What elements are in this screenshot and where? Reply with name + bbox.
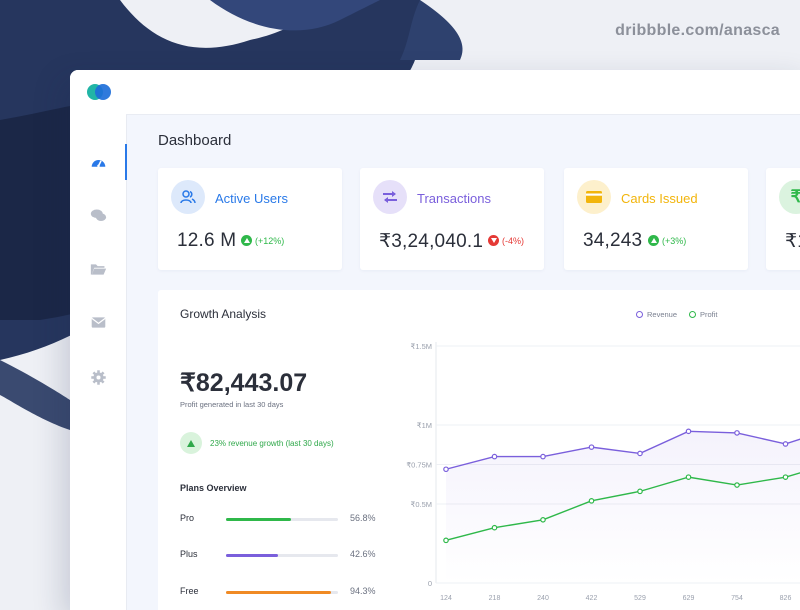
- up-arrow-icon: [241, 235, 252, 246]
- sidebar-item-mail[interactable]: [70, 304, 126, 340]
- sidebar-item-settings[interactable]: [70, 359, 126, 395]
- profit-point[interactable]: [443, 537, 449, 544]
- revenue-point[interactable]: [734, 430, 740, 436]
- x-tick-label: 124: [440, 595, 452, 602]
- down-arrow-icon: [488, 235, 499, 246]
- sidebar-item-dashboard[interactable]: [70, 144, 127, 180]
- stat-label: Active Users: [215, 191, 288, 206]
- stat-card-active-users[interactable]: Active Users 12.6 M (+12%): [158, 168, 342, 270]
- card-icon: [577, 180, 611, 214]
- revenue-point[interactable]: [491, 453, 498, 460]
- stat-change: (+12%): [241, 235, 284, 246]
- growth-chart: 0 ₹0.5M ₹0.75M ₹1M ₹1.5M 124 218 240 422 529 629 75…: [406, 342, 800, 602]
- stat-change: (+3%): [648, 235, 686, 246]
- mail-icon: [90, 316, 106, 328]
- y-tick-label: ₹0.5M: [411, 500, 432, 509]
- rupee-icon: ₹: [779, 180, 800, 214]
- revenue-point[interactable]: [685, 428, 692, 435]
- x-tick-label: 422: [586, 595, 598, 602]
- stat-value: ₹1: [785, 231, 800, 252]
- revenue-point[interactable]: [637, 450, 643, 457]
- top-bar: [126, 70, 800, 115]
- revenue-point[interactable]: [443, 466, 449, 473]
- stat-card-cards-issued[interactable]: Cards Issued 34,243 (+3%): [564, 168, 748, 270]
- transfer-icon: [373, 180, 407, 214]
- sidebar: [70, 70, 127, 610]
- app-window: Dashboard Active Users 12.6 M (+12%) Tra…: [70, 70, 800, 610]
- gear-icon: [90, 369, 106, 385]
- revenue-point[interactable]: [782, 441, 789, 447]
- logo: [87, 84, 111, 102]
- stat-label: Transactions: [417, 191, 491, 206]
- users-icon: [171, 180, 205, 214]
- stat-change-text: (+3%): [662, 235, 687, 246]
- stat-value: ₹3,24,040.1: [379, 231, 484, 252]
- stat-change-text: (+12%): [255, 235, 285, 246]
- x-tick-label: 826: [780, 595, 792, 602]
- stat-value: 12.6 M: [177, 230, 237, 251]
- stat-card-revenue[interactable]: ₹ ₹1: [766, 168, 800, 270]
- revenue-point[interactable]: [588, 444, 595, 450]
- profit-point[interactable]: [491, 524, 498, 531]
- profit-point[interactable]: [685, 474, 692, 480]
- profit-point[interactable]: [734, 482, 740, 488]
- x-tick-label: 529: [634, 595, 646, 602]
- x-tick-label: 240: [537, 595, 549, 602]
- y-tick-label: ₹1M: [417, 421, 432, 430]
- revenue-point[interactable]: [540, 453, 546, 460]
- x-tick-label: 629: [683, 595, 695, 602]
- stat-change: (-4%): [488, 235, 524, 246]
- y-tick-label: 0: [428, 579, 432, 588]
- stat-card-transactions[interactable]: Transactions ₹3,24,040.1 (-4%): [360, 168, 544, 270]
- profit-point[interactable]: [637, 488, 643, 495]
- up-arrow-icon: [648, 235, 659, 246]
- folder-icon: [90, 263, 106, 275]
- stat-label: Cards Issued: [621, 191, 698, 206]
- x-tick-label: 754: [731, 595, 743, 602]
- profit-point[interactable]: [588, 498, 595, 504]
- stat-change-text: (-4%): [502, 235, 524, 246]
- y-tick-label: ₹0.75M: [406, 461, 432, 470]
- x-tick-label: 218: [489, 595, 501, 602]
- profit-point[interactable]: [540, 517, 546, 523]
- y-tick-label: ₹1.5M: [411, 342, 432, 351]
- watermark: dribbble.com/anasca: [615, 22, 780, 39]
- dashboard-icon: [91, 159, 105, 167]
- profit-point[interactable]: [782, 474, 789, 480]
- sidebar-item-files[interactable]: [70, 251, 126, 287]
- page-title: Dashboard: [158, 132, 232, 149]
- stat-value: 34,243: [583, 230, 643, 251]
- chat-icon: [90, 209, 106, 221]
- sidebar-item-chat[interactable]: [70, 197, 126, 233]
- growth-analysis-panel: Growth Analysis ₹82,443.07 Profit genera…: [158, 290, 800, 610]
